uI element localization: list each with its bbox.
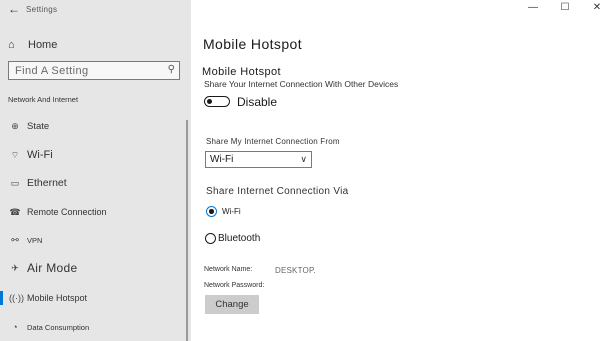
share-from-label: Share My Internet Connection From [206, 137, 340, 146]
sidebar-item-label: Data Consumption [27, 322, 90, 332]
section-subtitle: Mobile Hotspot [202, 66, 281, 78]
network-password-label: Network Password: [204, 282, 265, 289]
sidebar-item-air-mode[interactable]: ✈ Air Mode [0, 257, 185, 279]
wifi-icon: ⌔ [10, 149, 20, 160]
app-title: Settings [26, 5, 58, 14]
window-controls: — ☐ ✕ [528, 2, 602, 13]
globe-icon: ⊕ [11, 120, 19, 131]
sidebar-item-label: Remote Connection [27, 207, 107, 217]
sidebar-item-wifi[interactable]: ⌔ Wi-Fi [0, 144, 185, 166]
close-icon[interactable]: ✕ [592, 2, 602, 13]
sidebar-item-mobile-hotspot[interactable]: ((·)) Mobile Hotspot [0, 287, 185, 309]
hotspot-toggle[interactable] [204, 96, 230, 107]
sidebar-item-vpn[interactable]: ⚯ VPN [0, 229, 185, 251]
main-content: — ☐ ✕ Mobile Hotspot Mobile Hotspot Shar… [191, 0, 610, 341]
sidebar-item-label: Air Mode [27, 261, 78, 275]
radio-dot [209, 209, 214, 214]
vpn-icon: ⚯ [11, 234, 19, 245]
sidebar-item-state[interactable]: ⊕ State [0, 115, 185, 137]
minimize-icon[interactable]: — [528, 2, 538, 13]
radio-wifi[interactable] [206, 206, 217, 217]
sidebar-item-label: State [27, 120, 50, 132]
back-arrow-icon[interactable]: ← [8, 2, 20, 16]
sidebar-item-data-consumption[interactable]: ◔ Data Consumption [0, 316, 185, 338]
active-indicator [0, 291, 3, 305]
titlebar-left: ← Settings [0, 0, 191, 22]
network-name-label: Network Name: [204, 266, 253, 273]
radio-bluetooth-label: Bluetooth [218, 233, 261, 244]
data-usage-icon: ◔ [12, 322, 18, 332]
sidebar-item-home[interactable]: ⌂ Home [8, 37, 57, 53]
sidebar-item-label: VPN [27, 235, 43, 245]
sidebar-item-ethernet[interactable]: ▭ Ethernet [0, 172, 185, 194]
search-icon[interactable]: ⚲ [168, 64, 175, 75]
section-heading: Network And Internet [8, 95, 79, 104]
sidebar-item-remote-connection[interactable]: ☎ Remote Connection [0, 201, 185, 223]
section-description: Share Your Internet Connection With Othe… [204, 79, 399, 89]
maximize-icon[interactable]: ☐ [560, 2, 570, 13]
page-title: Mobile Hotspot [203, 36, 302, 52]
home-icon: ⌂ [8, 39, 15, 51]
radio-bluetooth[interactable] [205, 233, 216, 244]
change-button[interactable]: Change [205, 295, 259, 314]
home-label: Home [28, 39, 58, 51]
sidebar-item-label: Wi-Fi [27, 149, 53, 161]
chevron-down-icon: ∨ [300, 154, 307, 164]
toggle-label: Disable [237, 95, 278, 109]
share-from-select[interactable]: Wi-Fi ∨ [205, 151, 312, 168]
sidebar-item-label: Ethernet [27, 177, 67, 189]
airplane-icon: ✈ [11, 262, 19, 273]
hotspot-icon: ((·)) [9, 293, 24, 303]
search-placeholder: Find A Setting [15, 65, 89, 77]
ethernet-icon: ▭ [10, 177, 20, 188]
toggle-knob [207, 98, 212, 104]
radio-wifi-label: Wi-Fi [222, 207, 241, 216]
sidebar: ← Settings ⌂ Home Find A Setting ⚲ Netwo… [0, 0, 191, 341]
network-name-value: DESKTOP. [275, 266, 316, 275]
search-input[interactable]: Find A Setting ⚲ [8, 61, 180, 80]
share-from-value: Wi-Fi [210, 154, 234, 165]
dialup-icon: ☎ [9, 206, 21, 217]
sidebar-scrollbar[interactable] [186, 120, 188, 341]
share-via-label: Share Internet Connection Via [206, 186, 349, 197]
sidebar-item-label: Mobile Hotspot [27, 293, 88, 303]
